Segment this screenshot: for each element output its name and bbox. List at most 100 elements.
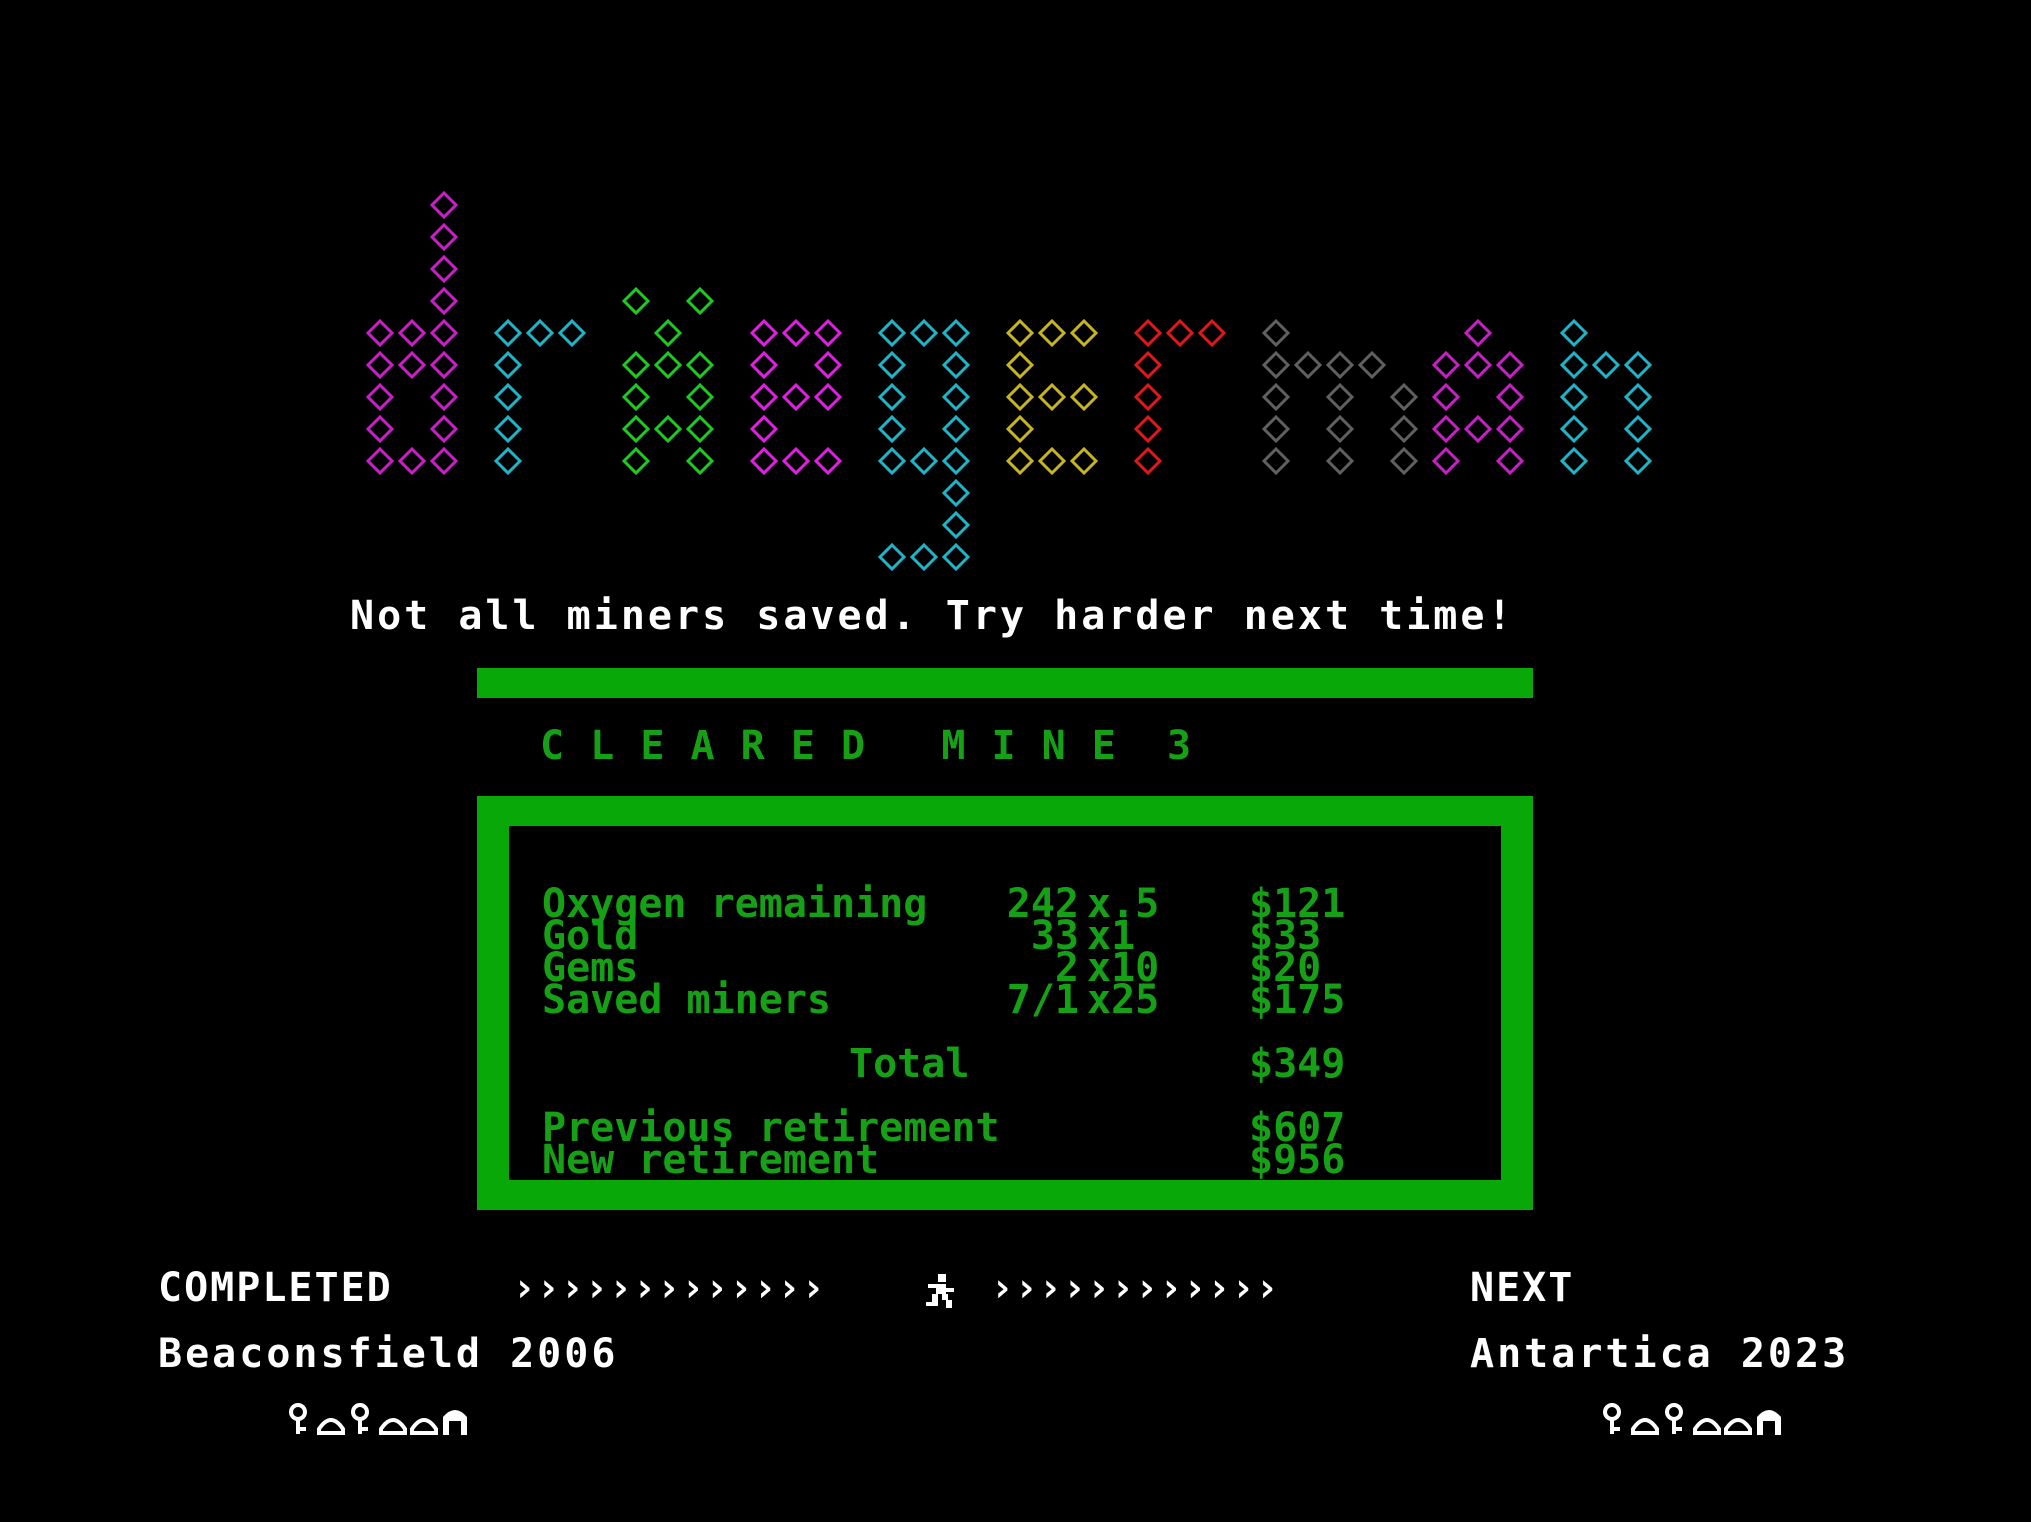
score-label: Saved miners [542, 977, 831, 1023]
logo-diamond [685, 286, 715, 316]
logo-diamond [429, 254, 459, 284]
completed-mine-tiles [289, 1403, 467, 1435]
logo-diamond [877, 542, 907, 572]
logo-diamond [1623, 382, 1653, 412]
key-icon [289, 1403, 307, 1434]
logo-diamond [1165, 318, 1195, 348]
logo-diamond [1357, 350, 1387, 380]
logo-diamond [941, 318, 971, 348]
score-row-oxygen: Oxygen remaining 242 x.5 $121 [509, 884, 1501, 924]
logo-diamond [909, 446, 939, 476]
logo-diamond [429, 318, 459, 348]
logo-diamond [813, 446, 843, 476]
logo-diamond [1389, 382, 1419, 412]
logo-diamond [941, 510, 971, 540]
logo-diamond [685, 350, 715, 380]
score-multiplier: x25 [1087, 977, 1160, 1023]
logo-diamond [621, 382, 651, 412]
dome-icon [1693, 1418, 1721, 1435]
score-row-total: Total $349 [509, 1044, 1501, 1084]
logo-diamond [749, 318, 779, 348]
logo-diamond [365, 446, 395, 476]
logo-diamond [1431, 350, 1461, 380]
score-panel-inner: Oxygen remaining 242 x.5 $121 Gold 33 x1… [509, 826, 1501, 1180]
logo-diamond [493, 318, 523, 348]
logo-diamond [397, 318, 427, 348]
logo-diamond [1037, 382, 1067, 412]
logo-diamond [429, 190, 459, 220]
logo-diamond [941, 542, 971, 572]
score-quantity: 7/1 [1006, 977, 1079, 1023]
logo-diamond [1559, 350, 1589, 380]
logo-diamond [429, 222, 459, 252]
logo-diamond [781, 318, 811, 348]
new-retirement-row: New retirement $956 [509, 1140, 1501, 1180]
logo-diamond [1623, 350, 1653, 380]
logo-diamond [621, 350, 651, 380]
logo-diamond [1005, 414, 1035, 444]
next-label: NEXT [1470, 1265, 1575, 1311]
logo-diamond [749, 382, 779, 412]
logo-diamond [813, 350, 843, 380]
logo-diamond [365, 382, 395, 412]
logo-diamond [877, 382, 907, 412]
next-mine-tiles [1603, 1403, 1781, 1435]
logo-diamond [1431, 414, 1461, 444]
logo-diamond [1005, 350, 1035, 380]
key-icon [1665, 1403, 1683, 1434]
completed-mine-name: Beaconsfield 2006 [158, 1331, 619, 1377]
logo-diamond [429, 446, 459, 476]
logo-diamond [941, 478, 971, 508]
game-logo [365, 190, 1653, 572]
logo-diamond [1559, 318, 1589, 348]
next-mine-name: Antartica 2023 [1470, 1331, 1850, 1377]
logo-diamond [429, 414, 459, 444]
logo-diamond [1495, 350, 1525, 380]
logo-diamond [1069, 382, 1099, 412]
logo-diamond [749, 414, 779, 444]
logo-diamond [653, 318, 683, 348]
logo-diamond [749, 350, 779, 380]
logo-diamond [1261, 446, 1291, 476]
key-icon [351, 1403, 369, 1434]
logo-diamond [365, 350, 395, 380]
logo-diamond [685, 382, 715, 412]
arch-icon [1757, 1410, 1781, 1435]
logo-diamond [813, 318, 843, 348]
logo-diamond [781, 382, 811, 412]
logo-diamond [1495, 446, 1525, 476]
logo-diamond [621, 286, 651, 316]
logo-diamond [493, 382, 523, 412]
logo-diamond [909, 542, 939, 572]
logo-diamond [365, 414, 395, 444]
logo-diamond [1389, 414, 1419, 444]
new-retirement-label: New retirement [542, 1137, 880, 1183]
dome-icon [1724, 1418, 1752, 1435]
logo-diamond [365, 318, 395, 348]
total-amount: $349 [1249, 1041, 1346, 1087]
logo-diamond [1495, 382, 1525, 412]
logo-diamond [1623, 446, 1653, 476]
logo-diamond [813, 382, 843, 412]
logo-diamond [621, 414, 651, 444]
logo-diamond [685, 446, 715, 476]
score-panel: Oxygen remaining 242 x.5 $121 Gold 33 x1… [477, 796, 1533, 1210]
cleared-mine-heading: C L E A R E D M I N E 3 [540, 723, 1193, 769]
logo-diamond [877, 446, 907, 476]
logo-diamond [397, 350, 427, 380]
logo-diamond [1325, 414, 1355, 444]
logo-diamond [1005, 382, 1035, 412]
logo-diamond [1069, 446, 1099, 476]
logo-diamond [1037, 318, 1067, 348]
logo-diamond [429, 382, 459, 412]
logo-diamond [493, 446, 523, 476]
logo-diamond [1431, 446, 1461, 476]
score-row-gold: Gold 33 x1 $33 [509, 916, 1501, 956]
logo-diamond [1293, 350, 1323, 380]
logo-diamond [941, 382, 971, 412]
logo-diamond [1325, 446, 1355, 476]
logo-diamond [493, 414, 523, 444]
completed-label: COMPLETED [158, 1265, 393, 1311]
score-row-saved-miners: Saved miners 7/1 x25 $175 [509, 980, 1501, 1020]
logo-diamond [1591, 350, 1621, 380]
